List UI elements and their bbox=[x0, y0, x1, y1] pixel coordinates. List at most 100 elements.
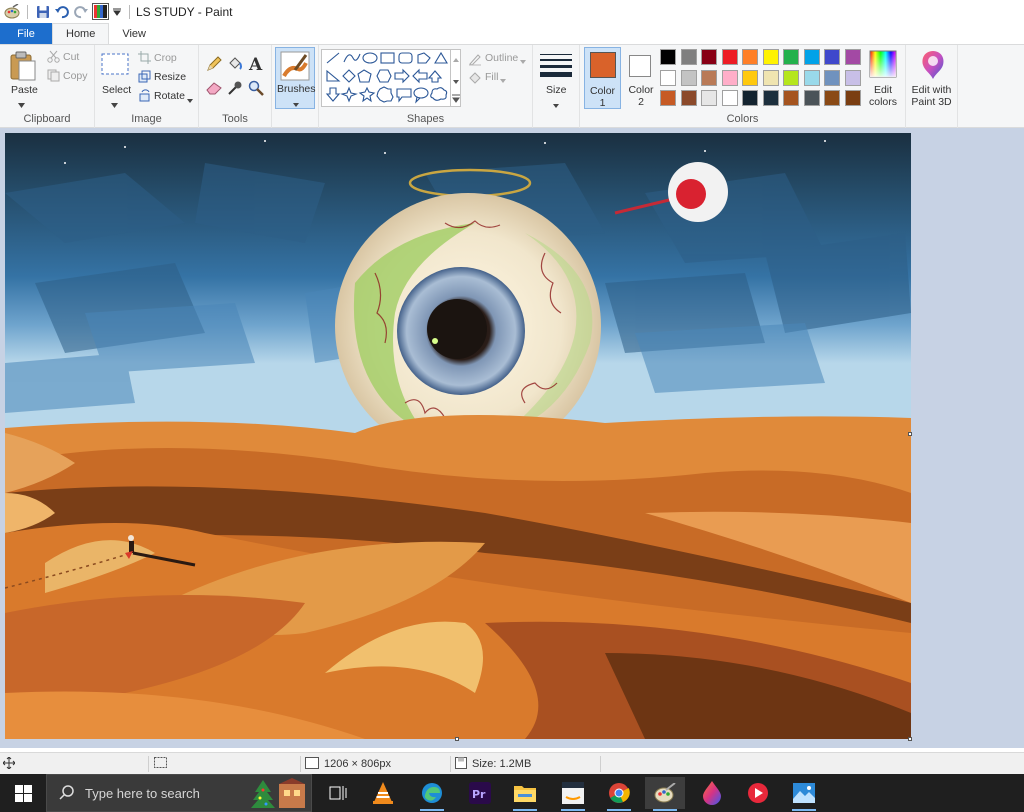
palette-color-swatch[interactable] bbox=[762, 90, 779, 106]
palette-color-swatch[interactable] bbox=[762, 49, 779, 65]
video-player-icon[interactable] bbox=[738, 777, 778, 809]
drawing-canvas[interactable] bbox=[5, 133, 911, 739]
palette-color-swatch[interactable] bbox=[844, 90, 861, 106]
amazon-icon[interactable] bbox=[553, 777, 593, 811]
redo-icon[interactable] bbox=[73, 4, 89, 20]
fill-icon[interactable] bbox=[468, 71, 482, 88]
palette-color-swatch[interactable] bbox=[660, 69, 676, 86]
copy-icon[interactable] bbox=[47, 69, 60, 85]
canvas-workspace[interactable] bbox=[0, 128, 1024, 748]
rotate-icon[interactable] bbox=[138, 89, 151, 105]
crop-icon[interactable] bbox=[138, 51, 151, 67]
edit-colors-label[interactable]: Edit bbox=[864, 84, 902, 96]
shapes-gallery[interactable] bbox=[321, 49, 461, 107]
tab-view[interactable]: View bbox=[109, 23, 159, 44]
chevron-down-icon[interactable] bbox=[520, 55, 526, 67]
palette-color-swatch[interactable] bbox=[783, 90, 799, 106]
chevron-down-icon[interactable] bbox=[18, 99, 25, 111]
outline-icon[interactable] bbox=[468, 52, 482, 69]
save-icon[interactable] bbox=[35, 4, 51, 20]
tab-file[interactable]: File bbox=[0, 23, 52, 44]
palette-color-swatch[interactable] bbox=[660, 90, 676, 106]
palette-color-swatch[interactable] bbox=[824, 49, 840, 65]
palette-color-swatch[interactable] bbox=[701, 69, 717, 86]
palette-color-swatch[interactable] bbox=[721, 69, 738, 86]
palette-color-swatch[interactable] bbox=[680, 90, 697, 106]
fill-button[interactable]: Fill bbox=[485, 71, 498, 83]
color2-button[interactable]: Color 2 bbox=[625, 47, 657, 109]
palette-color-swatch[interactable] bbox=[824, 90, 840, 106]
paste-icon[interactable] bbox=[9, 51, 37, 84]
resize-handle-corner[interactable] bbox=[908, 737, 912, 741]
palette-color-swatch[interactable] bbox=[680, 49, 697, 65]
file-explorer-icon[interactable] bbox=[505, 777, 545, 811]
undo-icon[interactable] bbox=[54, 4, 70, 20]
palette-color-swatch[interactable] bbox=[844, 69, 861, 86]
task-view-icon[interactable] bbox=[318, 777, 358, 809]
customize-quick-access-icon[interactable] bbox=[112, 4, 122, 20]
paste-button[interactable]: Paste bbox=[11, 84, 38, 96]
copy-button[interactable]: Copy bbox=[63, 70, 88, 82]
drop-app-icon[interactable] bbox=[692, 777, 732, 809]
palette-color-swatch[interactable] bbox=[742, 90, 758, 106]
vlc-icon[interactable] bbox=[363, 777, 403, 809]
cut-button[interactable]: Cut bbox=[63, 51, 79, 63]
photos-icon[interactable] bbox=[784, 777, 824, 811]
resize-handle-right[interactable] bbox=[908, 432, 912, 436]
magnifier-icon[interactable] bbox=[248, 80, 264, 99]
brushes-button[interactable]: Brushes bbox=[275, 47, 316, 109]
taskbar-search-box[interactable]: Type here to search bbox=[46, 774, 312, 812]
palette-color-swatch[interactable] bbox=[680, 69, 697, 86]
size-button[interactable]: Size bbox=[546, 84, 566, 96]
chevron-down-icon[interactable] bbox=[111, 99, 118, 111]
palette-color-swatch[interactable] bbox=[783, 69, 799, 86]
rotate-button[interactable]: Rotate bbox=[154, 90, 185, 102]
palette-color-swatch[interactable] bbox=[742, 49, 758, 65]
palette-color-swatch[interactable] bbox=[783, 49, 799, 65]
palette-color-swatch[interactable] bbox=[721, 90, 738, 106]
chevron-down-icon[interactable] bbox=[187, 94, 193, 106]
edge-icon[interactable] bbox=[412, 777, 452, 811]
cut-icon[interactable] bbox=[47, 50, 60, 66]
select-icon[interactable] bbox=[101, 53, 129, 78]
edit-colors-label-2[interactable]: colors bbox=[864, 96, 902, 108]
palette-color-swatch[interactable] bbox=[803, 90, 820, 106]
palette-color-swatch[interactable] bbox=[701, 49, 717, 65]
text-icon[interactable]: A bbox=[248, 55, 264, 75]
tab-home[interactable]: Home bbox=[52, 23, 110, 44]
color-picker-icon[interactable] bbox=[227, 80, 243, 99]
chrome-icon[interactable] bbox=[599, 777, 639, 811]
paint3d-label[interactable]: Edit with bbox=[906, 84, 957, 96]
start-button[interactable] bbox=[0, 774, 46, 812]
paint-app-icon[interactable] bbox=[4, 3, 20, 20]
resize-handle-bottom[interactable] bbox=[455, 737, 459, 741]
palette-color-swatch[interactable] bbox=[762, 69, 779, 86]
select-button[interactable]: Select bbox=[102, 84, 131, 96]
color1-button[interactable]: Color 1 bbox=[584, 47, 621, 109]
palette-color-swatch[interactable] bbox=[803, 49, 820, 65]
eraser-icon[interactable] bbox=[206, 81, 222, 98]
chevron-down-icon[interactable] bbox=[553, 99, 559, 111]
color-palette-icon[interactable] bbox=[92, 3, 109, 20]
shapes-scrollbar[interactable] bbox=[450, 49, 461, 107]
paint-taskbar-icon[interactable] bbox=[645, 777, 685, 811]
palette-color-swatch[interactable] bbox=[742, 69, 758, 86]
crop-button[interactable]: Crop bbox=[154, 52, 177, 64]
palette-color-swatch[interactable] bbox=[803, 69, 820, 86]
edit-colors-icon[interactable] bbox=[869, 50, 897, 81]
palette-color-swatch[interactable] bbox=[844, 49, 861, 65]
paint3d-icon[interactable] bbox=[919, 50, 947, 83]
palette-color-swatch[interactable] bbox=[721, 49, 738, 65]
size-icon[interactable] bbox=[540, 53, 572, 82]
fill-bucket-icon[interactable] bbox=[227, 56, 243, 75]
resize-icon[interactable] bbox=[138, 70, 151, 86]
outline-button[interactable]: Outline bbox=[485, 52, 518, 64]
premiere-pro-icon[interactable]: Pr bbox=[460, 777, 500, 809]
pencil-icon[interactable] bbox=[206, 56, 222, 75]
palette-color-swatch[interactable] bbox=[701, 90, 717, 106]
resize-button[interactable]: Resize bbox=[154, 71, 186, 83]
paint3d-label-2[interactable]: Paint 3D bbox=[906, 96, 957, 108]
palette-color-swatch[interactable] bbox=[660, 49, 676, 65]
palette-color-swatch[interactable] bbox=[824, 69, 840, 86]
chevron-down-icon[interactable] bbox=[500, 74, 506, 86]
